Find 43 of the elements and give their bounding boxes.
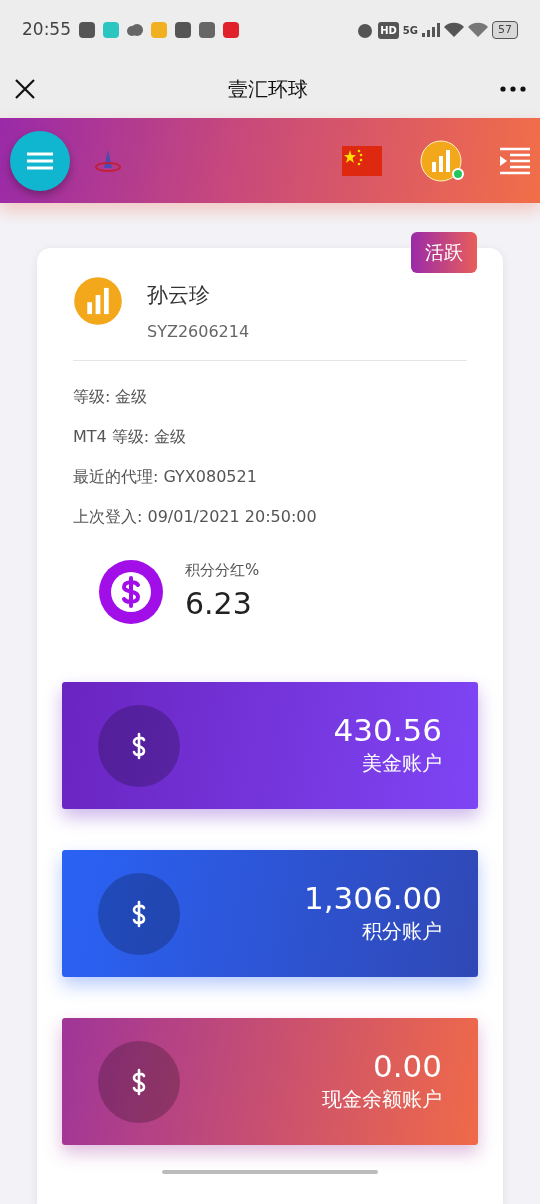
stat-label: 积分分红%: [185, 559, 260, 581]
account-amount: 0.00: [371, 1049, 442, 1084]
wifi-icon: [468, 22, 488, 38]
status-time: 20:55: [22, 18, 71, 42]
account-label: 积分账户: [361, 917, 442, 945]
account-amount: 1,306.00: [303, 881, 442, 916]
wifi-icon: [444, 22, 464, 38]
close-icon[interactable]: [14, 78, 36, 100]
battery-indicator: 57: [492, 20, 518, 40]
hd-indicator: HD: [378, 21, 399, 39]
app-notification-icon: [79, 22, 95, 38]
app-notification-icon: [199, 22, 215, 38]
account-card[interactable]: 0.00 现金余额账户: [62, 1018, 478, 1145]
status-badge: 活跃: [411, 232, 477, 273]
menu-button[interactable]: [10, 130, 70, 191]
account-label: 现金余额账户: [322, 1085, 442, 1113]
indent-icon[interactable]: [500, 146, 530, 175]
detail-text: 上次登入: 09/01/2021 20:50:00: [73, 505, 318, 528]
network-label: 5G: [402, 23, 418, 38]
avatar-icon[interactable]: [420, 139, 462, 182]
detail-text: 最近的代理: GYX080521: [73, 465, 258, 488]
user-id: SYZ2606214: [147, 320, 250, 343]
stat-value: 6.23: [185, 585, 253, 623]
avatar-icon: [73, 276, 123, 326]
app-notification-icon: [103, 22, 119, 38]
alarm-icon: [356, 21, 375, 39]
page-title: 壹汇环球: [228, 76, 308, 103]
menu-icon: [27, 151, 53, 170]
account-card[interactable]: 1,306.00 积分账户: [62, 850, 478, 977]
dollar-icon: [99, 560, 163, 625]
cloud-icon: [127, 24, 143, 36]
account-card[interactable]: 430.56 美金账户: [62, 682, 478, 809]
app-notification-icon: [175, 22, 191, 38]
more-icon[interactable]: [500, 86, 526, 92]
account-amount: 430.56: [333, 713, 442, 748]
detail-text: 等级: 金级: [73, 385, 149, 408]
account-label: 美金账户: [361, 749, 442, 777]
detail-text: MT4 等级: 金级: [73, 425, 188, 448]
app-notification-icon: [223, 22, 239, 38]
flag-icon[interactable]: [342, 145, 382, 176]
signal-icon: [422, 23, 440, 37]
user-name: 孙云珍: [147, 282, 211, 309]
app-notification-icon: [151, 22, 167, 38]
